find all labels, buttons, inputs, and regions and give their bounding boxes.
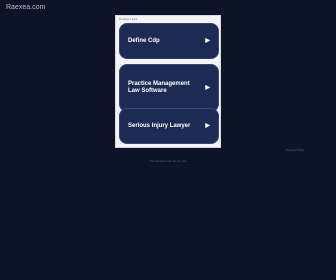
footer-disclaimer: This domain may be for sale <box>149 159 187 163</box>
related-links-header: Related Links <box>119 17 138 21</box>
related-link-serious-injury-lawyer[interactable]: Serious Injury Lawyer ▶ <box>119 108 219 144</box>
related-link-label: Define Cdp <box>128 37 160 44</box>
related-link-define-cdp[interactable]: Define Cdp ▶ <box>119 23 219 59</box>
privacy-policy-link[interactable]: Privacy Policy <box>286 148 305 152</box>
chevron-right-icon: ▶ <box>205 122 210 129</box>
chevron-right-icon: ▶ <box>205 37 210 44</box>
site-domain: Raexea.com <box>6 4 46 11</box>
chevron-right-icon: ▶ <box>205 84 210 91</box>
related-link-label: Serious Injury Lawyer <box>128 122 191 129</box>
related-link-practice-management-law-software[interactable]: Practice Management Law Software ▶ <box>119 64 219 112</box>
related-links-panel: Related Links Define Cdp ▶ Practice Mana… <box>115 15 221 148</box>
related-link-label: Practice Management Law Software <box>128 81 190 94</box>
